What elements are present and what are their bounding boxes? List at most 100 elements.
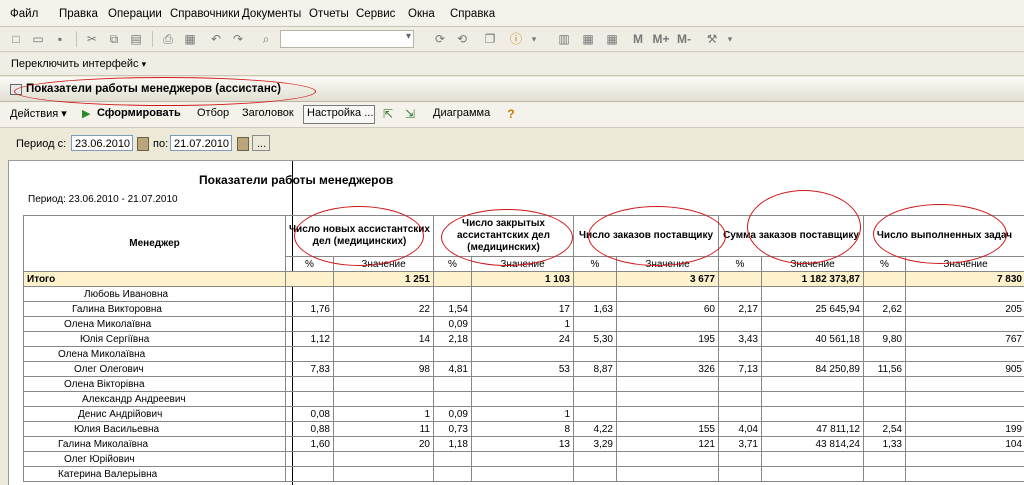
table-cell (719, 377, 762, 392)
table-cell (334, 452, 434, 467)
menu-edit[interactable]: Правка (59, 8, 98, 20)
help-icon[interactable]: ? (503, 106, 519, 122)
table-cell (906, 377, 1024, 392)
table-cell (434, 452, 472, 467)
memory-plus-button[interactable]: M+ (650, 31, 672, 47)
find-prev-icon[interactable]: ⟲ (454, 31, 470, 47)
table-cell: 11,56 (864, 362, 906, 377)
find-next-icon[interactable]: ⟳ (432, 31, 448, 47)
memory-button[interactable]: M (630, 31, 646, 47)
copy-icon[interactable]: ⧉ (106, 31, 122, 47)
menu-service[interactable]: Сервис (356, 8, 395, 20)
period-select-button[interactable]: ... (252, 135, 270, 151)
memory-minus-button[interactable]: M- (674, 31, 694, 47)
group-header: Число новых ассистантских дел (медицинск… (286, 216, 434, 257)
table-row[interactable]: Александр Андреевич (24, 392, 1024, 407)
grid-icon[interactable]: ▦ (604, 31, 620, 47)
calculator-icon[interactable]: ▥ (556, 31, 572, 47)
value-header: Значение (472, 257, 574, 272)
table-row[interactable]: Любовь Ивановна (24, 287, 1024, 302)
windows-icon[interactable]: ❐ (482, 31, 498, 47)
period-from-input[interactable]: 23.06.2010 (71, 135, 133, 151)
collapse-icon[interactable]: ⇲ (402, 106, 418, 122)
find-icon[interactable]: ⌕ (258, 31, 274, 47)
table-row[interactable]: Олег Юрійович (24, 452, 1024, 467)
table-cell (906, 287, 1024, 302)
tools-icon[interactable]: ⚒ (704, 31, 720, 47)
undo-icon[interactable]: ↶ (208, 31, 224, 47)
value-header: Значение (617, 257, 719, 272)
expand-icon[interactable]: ⇱ (380, 106, 396, 122)
cut-icon[interactable]: ✂ (84, 31, 100, 47)
paste-icon[interactable]: ▤ (128, 31, 144, 47)
menu-references[interactable]: Справочники (170, 8, 240, 20)
print-icon[interactable]: ⎙ (160, 31, 176, 47)
table-cell (906, 467, 1024, 482)
header-button[interactable]: Заголовок (242, 107, 294, 119)
table-cell: 1,12 (286, 332, 334, 347)
table-row[interactable]: Олег Олегович7,83984,81538,873267,1384 2… (24, 362, 1024, 377)
value-header: Значение (906, 257, 1024, 272)
table-row[interactable]: Олена Миколаївна0,091 (24, 317, 1024, 332)
info-icon[interactable]: ⓘ (508, 31, 524, 47)
menu-operations[interactable]: Операции (108, 8, 162, 20)
diagram-button[interactable]: Диаграмма (433, 107, 490, 119)
table-cell (286, 317, 334, 332)
table-cell: 17 (472, 302, 574, 317)
table-cell: 8 (472, 422, 574, 437)
table-cell (472, 452, 574, 467)
table-cell: 0,08 (286, 407, 334, 422)
table-cell (334, 392, 434, 407)
table-cell: 104 (906, 437, 1024, 452)
table-row[interactable]: Галина Викторовна1,76221,54171,63602,172… (24, 302, 1024, 317)
table-cell: 121 (617, 437, 719, 452)
table-row[interactable]: Юлія Сергіївна1,12142,18245,301953,4340 … (24, 332, 1024, 347)
menu-documents[interactable]: Документы (242, 8, 301, 20)
table-cell (574, 467, 617, 482)
new-document-icon[interactable]: □ (8, 31, 24, 47)
calendar-icon[interactable]: ▦ (580, 31, 596, 47)
table-row[interactable]: Олена Миколаївна (24, 347, 1024, 362)
table-row[interactable]: Катерина Валерьівна (24, 467, 1024, 482)
menu-help[interactable]: Справка (450, 8, 495, 20)
value-header: Значение (334, 257, 434, 272)
period-to-input[interactable]: 21.07.2010 (170, 135, 232, 151)
search-combo[interactable] (280, 30, 414, 48)
total-row[interactable]: Итого 1 251 1 103 3 677 1 182 373,87 7 8… (24, 272, 1024, 287)
calendar-icon[interactable] (237, 137, 249, 151)
table-row[interactable]: Олена Вікторівна (24, 377, 1024, 392)
table-cell: 5,30 (574, 332, 617, 347)
table-row[interactable]: Галина Миколаївна1,60201,18133,291213,71… (24, 437, 1024, 452)
table-cell: 155 (617, 422, 719, 437)
chevron-down-icon[interactable]: ▾ (722, 31, 738, 47)
table-cell (434, 467, 472, 482)
open-icon[interactable]: ▭ (30, 31, 46, 47)
table-cell (617, 347, 719, 362)
group-header: Число заказов поставщику (574, 216, 719, 257)
actions-menu[interactable]: Действия ▾ (10, 107, 67, 120)
redo-icon[interactable]: ↷ (230, 31, 246, 47)
switch-interface-button[interactable]: Переключить интерфейс ▾ (11, 58, 146, 70)
filter-button[interactable]: Отбор (197, 107, 229, 119)
table-cell (617, 317, 719, 332)
table-row[interactable]: Юлия Васильевна0,88110,7384,221554,0447 … (24, 422, 1024, 437)
chevron-down-icon[interactable]: ▾ (526, 31, 542, 47)
manager-name-cell: Олена Миколаївна (24, 347, 286, 362)
menu-windows[interactable]: Окна (408, 8, 435, 20)
generate-button[interactable]: Сформировать (97, 107, 181, 119)
table-cell (719, 347, 762, 362)
manager-name-cell: Юлия Васильевна (24, 422, 286, 437)
table-cell (334, 317, 434, 332)
table-cell (574, 392, 617, 407)
menu-reports[interactable]: Отчеты (309, 8, 349, 20)
save-icon[interactable]: ▪ (52, 31, 68, 47)
table-cell (762, 317, 864, 332)
table-cell (906, 392, 1024, 407)
table-row[interactable]: Денис Андрійович0,0810,091 (24, 407, 1024, 422)
menu-file[interactable]: Файл (10, 8, 38, 20)
menu-bar: Файл Правка Операции Справочники Докумен… (0, 0, 1024, 27)
manager-name-cell: Олег Олегович (24, 362, 286, 377)
manager-column-header: Менеджер (24, 216, 286, 272)
preview-icon[interactable]: ▦ (182, 31, 198, 47)
calendar-icon[interactable] (137, 137, 149, 151)
